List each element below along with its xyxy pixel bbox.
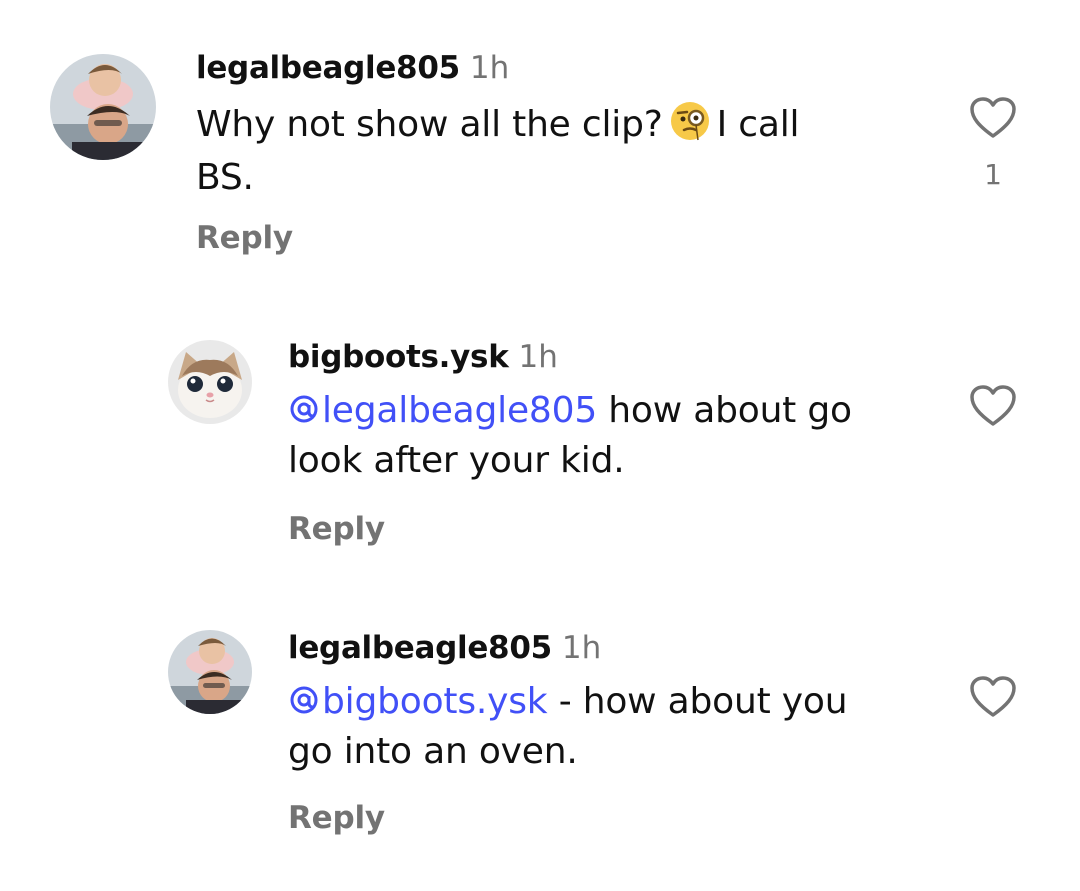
mention-link[interactable]: bigboots.ysk [288,681,548,722]
comment-header: legalbeagle805 1h [196,50,936,86]
comment-text: Why not show all the clip? I call BS. [196,100,936,201]
face-with-monocle-icon [669,100,711,154]
username[interactable]: legalbeagle805 [196,50,460,86]
comment-text-part: Why not show all the clip? [196,104,663,145]
comment-text: legalbeagle805 how about go look after y… [288,387,948,484]
comment-text-part: - how about you [558,681,848,722]
like-control [968,384,1018,432]
heart-icon[interactable] [968,675,1018,723]
reply-button[interactable]: Reply [196,220,293,256]
timestamp: 1h [518,339,558,375]
avatar[interactable] [168,630,252,714]
mention-link[interactable]: legalbeagle805 [288,390,597,431]
like-control [968,675,1018,723]
father-and-child-photo-icon [168,630,252,714]
threads-at-icon [288,681,320,728]
like-control: 1 [968,96,1018,191]
comment-text-part: go into an oven. [288,731,578,772]
timestamp: 1h [561,630,602,666]
heart-icon[interactable] [968,96,1018,144]
reply-button[interactable]: Reply [288,511,385,547]
heart-icon[interactable] [968,384,1018,432]
comment-text-part: look after your kid. [288,440,625,481]
avatar[interactable] [50,54,156,160]
like-count: 1 [984,158,1002,191]
kitten-photo-icon [168,340,252,424]
reply-button[interactable]: Reply [288,800,385,836]
mention-username: bigboots.ysk [322,681,548,722]
comment-text-part: BS. [196,157,254,198]
mention-username: legalbeagle805 [322,390,598,431]
comment-text: bigboots.ysk - how about you go into an … [288,678,948,775]
avatar[interactable] [168,340,252,424]
username[interactable]: legalbeagle805 [288,630,552,666]
threads-at-icon [288,390,320,437]
timestamp: 1h [469,50,510,86]
father-and-child-photo-icon [50,54,156,160]
comment-header: legalbeagle805 1h [288,630,948,666]
comment-text-part: I call [716,104,800,145]
username[interactable]: bigboots.ysk [288,339,509,375]
comment-header: bigboots.ysk 1h [288,339,948,375]
comment-text-part: how about go [608,390,852,431]
